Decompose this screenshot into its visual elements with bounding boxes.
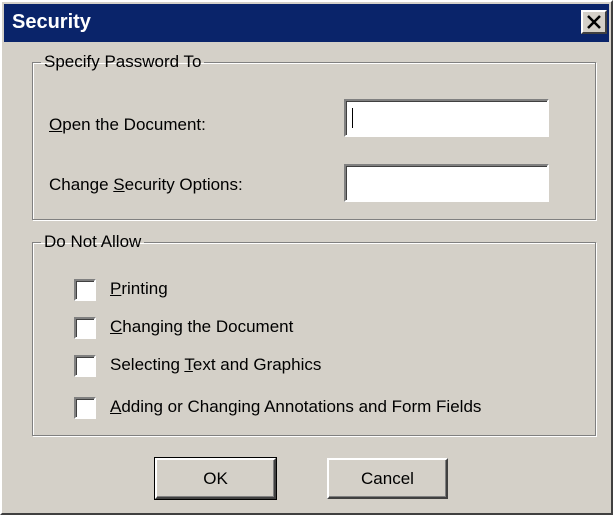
ok-button[interactable]: OK (154, 457, 277, 500)
open-password-input[interactable] (344, 99, 549, 137)
open-label-mnemonic: O (49, 115, 63, 134)
window-title: Security (12, 11, 91, 33)
change-security-label: Change Security Options: (49, 175, 243, 195)
selecting-text-checkbox[interactable] (74, 355, 96, 377)
printing-label: Printing (110, 279, 168, 298)
selecting-text-label: Selecting Text and Graphics (110, 355, 322, 374)
change-label-prefix: Change (49, 175, 114, 194)
annotations-label: Adding or Changing Annotations and Form … (110, 397, 482, 416)
security-dialog: Security Specify Password To Open the Do… (0, 0, 613, 515)
printing-checkbox[interactable] (74, 279, 96, 301)
text-caret (352, 108, 353, 128)
open-label-text: pen the Document: (62, 115, 206, 134)
title-bar: Security (4, 4, 609, 42)
password-group-legend: Specify Password To (44, 52, 202, 71)
annotations-checkbox[interactable] (74, 397, 96, 419)
change-label-mnemonic: S (113, 175, 125, 194)
changing-document-label: Changing the Document (110, 317, 294, 336)
restrictions-group-legend: Do Not Allow (44, 232, 142, 251)
close-button[interactable] (581, 10, 607, 34)
open-document-label: Open the Document: (49, 115, 206, 135)
close-icon (587, 15, 601, 29)
change-label-text: ecurity Options: (124, 175, 243, 194)
cancel-button[interactable]: Cancel (327, 458, 448, 499)
changing-document-checkbox[interactable] (74, 317, 96, 339)
change-security-password-input[interactable] (344, 164, 549, 202)
